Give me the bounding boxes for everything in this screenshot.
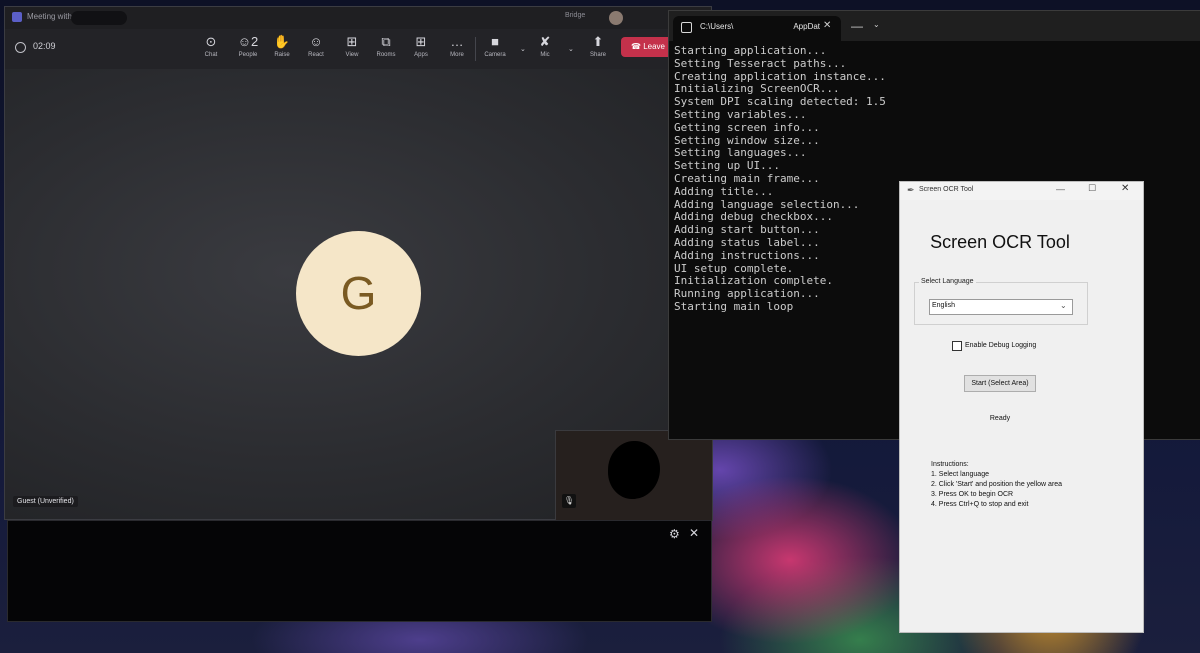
instruction-line: 4. Press Ctrl+Q to stop and exit xyxy=(931,501,1029,508)
meeting-stage: G Guest (Unverified) 🎙 xyxy=(5,69,713,521)
phone-icon: ☎ xyxy=(631,42,641,51)
language-select[interactable]: English ⌄ xyxy=(929,299,1073,315)
user-avatar[interactable] xyxy=(609,11,623,25)
instruction-line: 3. Press OK to begin OCR xyxy=(931,491,1014,498)
start-select-area-button[interactable]: Start (Select Area) xyxy=(964,375,1036,392)
debug-logging-label[interactable]: Enable Debug Logging xyxy=(965,342,1036,349)
terminal-line: Getting screen info... xyxy=(674,120,820,134)
language-value: English xyxy=(932,302,955,309)
language-group-label: Select Language xyxy=(919,278,976,285)
mic-muted-icon: 🎙 xyxy=(562,494,576,508)
toolbar-separator xyxy=(475,37,476,61)
terminal-tab-title: C:\Users\ AppDat xyxy=(700,22,821,31)
instructions-title: Instructions: xyxy=(931,461,969,468)
view-label: View xyxy=(345,52,359,58)
ocr-tool-window: ✒ Screen OCR Tool — ☐ ✕ Screen OCR Tool … xyxy=(899,181,1144,633)
people-icon: ☺2 xyxy=(237,34,259,49)
feather-icon: ✒ xyxy=(907,185,915,195)
mic-label: Mic xyxy=(540,52,550,58)
meeting-timer: 02:09 xyxy=(33,41,56,51)
participant-avatar: G xyxy=(296,231,421,356)
redacted-self-video xyxy=(608,441,660,499)
hand-icon: ✋ xyxy=(273,34,291,49)
settings-icon[interactable]: ⚙ xyxy=(669,527,680,541)
mic-off-icon: ✘ xyxy=(539,34,551,49)
teams-logo-icon xyxy=(12,12,22,22)
participant-name-label: Guest (Unverified) xyxy=(13,496,78,507)
terminal-tab[interactable]: C:\Users\ AppDat ✕ xyxy=(673,16,841,41)
terminal-line: Starting application... xyxy=(674,44,827,57)
instructions: Instructions: 1. Select language 2. Clic… xyxy=(931,460,1062,510)
ocr-heading: Screen OCR Tool xyxy=(930,232,1070,252)
apps-button[interactable]: ⊞ Apps xyxy=(405,32,437,66)
react-label: React xyxy=(308,52,324,58)
terminal-line: Setting Tesseract paths... xyxy=(674,56,847,70)
terminal-icon xyxy=(681,22,692,33)
teams-meeting-window: Meeting with Bridge 02:09 ⊙ Chat ☺2 People ✋… xyxy=(4,6,713,521)
rooms-icon: ⧉ xyxy=(381,34,391,49)
more-label: More xyxy=(450,52,464,58)
leave-label: Leave xyxy=(643,42,665,51)
chat-icon: ⊙ xyxy=(205,34,217,49)
camera-label: Camera xyxy=(484,52,506,58)
people-button[interactable]: ☺2 People xyxy=(232,32,264,66)
chat-label: Chat xyxy=(204,52,218,58)
share-button[interactable]: ⬆ Share xyxy=(582,32,614,66)
debug-logging-checkbox[interactable] xyxy=(952,341,962,351)
apps-icon: ⊞ xyxy=(415,34,427,49)
instruction-line: 2. Click 'Start' and position the yellow… xyxy=(931,481,1063,488)
ocr-titlebar: ✒ Screen OCR Tool — ☐ ✕ xyxy=(900,182,1143,200)
apps-label: Apps xyxy=(414,52,428,58)
camera-button[interactable]: ■ Camera xyxy=(479,32,511,66)
view-button[interactable]: ⊞ View xyxy=(336,32,368,66)
mic-options-chevron-icon[interactable]: ⌄ xyxy=(568,45,574,53)
language-group: Select Language English ⌄ xyxy=(914,278,1088,325)
raise-label: Raise xyxy=(274,52,290,58)
meeting-toolbar: 02:09 ⊙ Chat ☺2 People ✋ Raise ☺ React ⊞ View ⧉ Roo… xyxy=(5,29,711,69)
maximize-icon[interactable]: ☐ xyxy=(1088,183,1096,194)
grid-icon: ⊞ xyxy=(346,34,358,49)
camera-icon: ■ xyxy=(491,34,499,49)
react-button[interactable]: ☺ React xyxy=(300,32,332,66)
more-button[interactable]: … More xyxy=(441,32,473,66)
more-icon: … xyxy=(450,34,464,49)
status-label: Ready xyxy=(989,415,1011,422)
share-label: Share xyxy=(589,52,606,58)
smiley-icon: ☺ xyxy=(309,34,323,49)
close-tab-icon[interactable]: ✕ xyxy=(823,20,831,31)
mic-button[interactable]: ✘ Mic xyxy=(529,32,561,66)
redacted-title xyxy=(71,11,127,25)
people-label: People xyxy=(238,52,258,58)
tab-dropdown-icon[interactable]: ⌄ xyxy=(873,20,880,29)
new-tab-icon[interactable]: — xyxy=(851,19,863,33)
close-icon[interactable]: ✕ xyxy=(689,526,699,540)
chat-button[interactable]: ⊙ Chat xyxy=(195,32,227,66)
raise-button[interactable]: ✋ Raise xyxy=(266,32,298,66)
chevron-down-icon: ⌄ xyxy=(1060,301,1067,310)
timer-icon xyxy=(15,42,26,53)
close-window-icon[interactable]: ✕ xyxy=(1121,183,1129,194)
self-video-tile[interactable]: 🎙 xyxy=(555,430,713,521)
teams-window-title: Meeting with xyxy=(27,12,72,21)
camera-options-chevron-icon[interactable]: ⌄ xyxy=(520,45,526,53)
terminal-tabbar: C:\Users\ AppDat ✕ — ⌄ xyxy=(669,11,1200,41)
captions-panel: ⚙ ✕ xyxy=(7,520,712,622)
minimize-icon[interactable]: — xyxy=(1056,184,1065,194)
instruction-line: 1. Select language xyxy=(931,471,989,478)
teams-user-name: Bridge xyxy=(565,12,586,19)
terminal-line: Setting variables... xyxy=(674,107,807,121)
rooms-label: Rooms xyxy=(376,52,396,58)
ocr-window-title: Screen OCR Tool xyxy=(919,186,974,193)
rooms-button[interactable]: ⧉ Rooms xyxy=(370,32,402,66)
share-icon: ⬆ xyxy=(592,34,604,49)
teams-titlebar: Meeting with Bridge xyxy=(5,7,711,29)
